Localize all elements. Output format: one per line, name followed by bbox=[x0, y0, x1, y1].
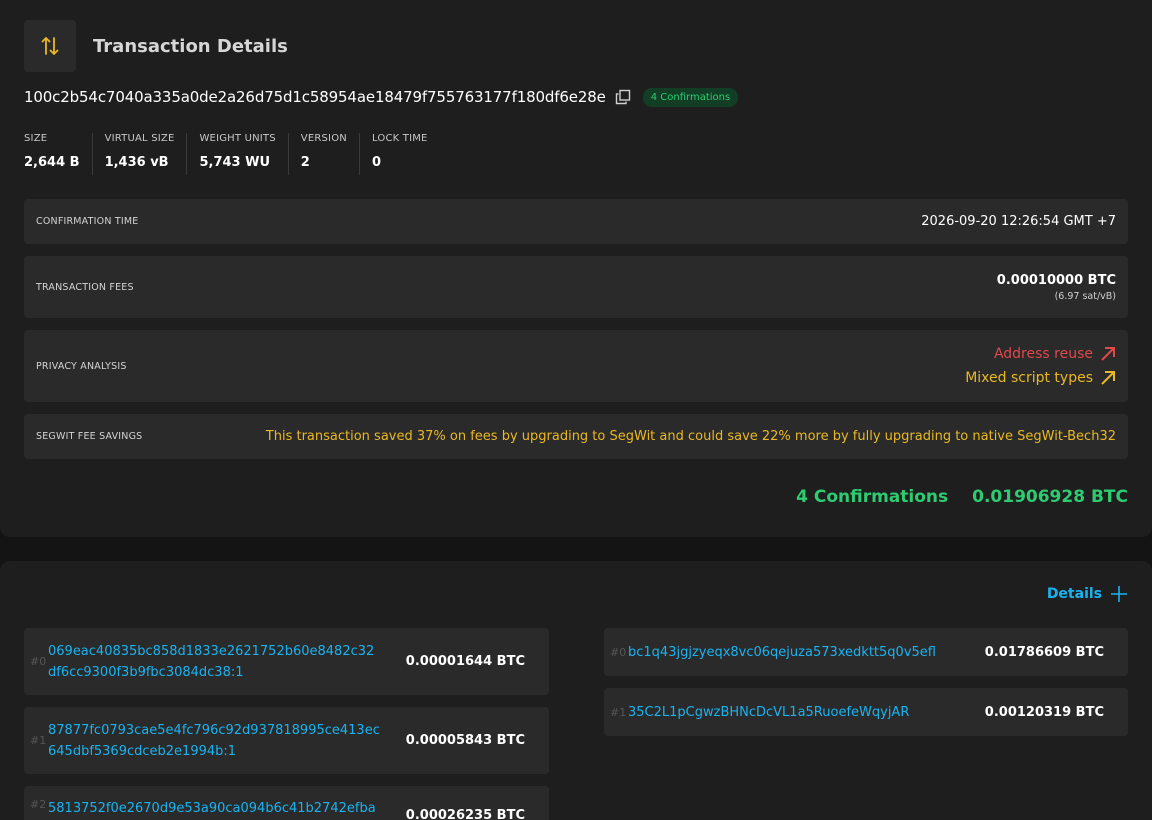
privacy-item-label: Mixed script types bbox=[965, 370, 1093, 386]
input-item: #0 069eac40835bc858d1833e2621752b60e8482… bbox=[24, 628, 549, 695]
fee-rate: (6.97 sat/vB) bbox=[1054, 290, 1116, 302]
copy-icon[interactable] bbox=[615, 88, 633, 106]
input-amount: 0.00005843 BTC bbox=[405, 733, 525, 748]
privacy-analysis-row: PRIVACY ANALYSIS Address reuse Mixed scr… bbox=[24, 330, 1128, 402]
transaction-id: 100c2b54c7040a335a0de2a26d75d1c58954ae18… bbox=[24, 88, 606, 106]
output-index: #0 bbox=[610, 645, 627, 659]
output-index: #1 bbox=[610, 705, 627, 719]
txid-row: 100c2b54c7040a335a0de2a26d75d1c58954ae18… bbox=[24, 87, 739, 107]
fees-value-group: 0.00010000 BTC (6.97 sat/vB) bbox=[997, 273, 1116, 302]
input-txid-link[interactable]: 069eac40835bc858d1833e2621752b60e8482c32… bbox=[48, 641, 374, 683]
input-txid-link[interactable]: 87877fc0793cae5e4fc796c92d937818995ce413… bbox=[48, 720, 380, 762]
confirmation-time-row: CONFIRMATION TIME 2026-09-20 12:26:54 GM… bbox=[24, 199, 1128, 244]
input-txid-line: df6cc9300f3b9fbc3084dc38:1 bbox=[48, 664, 244, 680]
details-label: Details bbox=[1046, 586, 1102, 602]
page-title: Transaction Details bbox=[93, 35, 288, 57]
stat-value: 2,644 B bbox=[24, 155, 80, 170]
transaction-stats: SIZE 2,644 B VIRTUAL SIZE 1,436 vB WEIGH… bbox=[24, 133, 452, 175]
output-amount: 0.01786609 BTC bbox=[984, 644, 1104, 660]
row-label: CONFIRMATION TIME bbox=[36, 216, 139, 227]
input-txid-line: 5813752f0e2670d9e53a90ca094b6c41b2742efb… bbox=[48, 801, 376, 816]
output-address-link[interactable]: bc1q43jgjzyeqx8vc06qejuza573xedktt5q0v5e… bbox=[628, 642, 936, 663]
stat-value: 1,436 vB bbox=[104, 155, 169, 170]
privacy-items: Address reuse Mixed script types bbox=[965, 342, 1116, 390]
stat-label: WEIGHT UNITS bbox=[199, 133, 276, 144]
confirmation-time-value: 2026-09-20 12:26:54 GMT +7 bbox=[921, 214, 1116, 229]
stat-value: 0 bbox=[371, 155, 381, 170]
input-amount: 0.00026235 BTC bbox=[405, 808, 525, 820]
privacy-item-address-reuse[interactable]: Address reuse bbox=[965, 342, 1116, 366]
swap-vertical-icon bbox=[24, 20, 76, 72]
stat-label: VERSION bbox=[300, 133, 347, 144]
fee-amount: 0.00010000 BTC bbox=[996, 272, 1116, 288]
summary-amount: 0.01906928 BTC bbox=[972, 487, 1128, 507]
stat-value: 2 bbox=[300, 155, 310, 170]
stat-value: 5,743 WU bbox=[199, 155, 271, 170]
input-txid-line: 87877fc0793cae5e4fc796c92d937818995ce413… bbox=[48, 722, 380, 738]
output-amount: 0.00120319 BTC bbox=[984, 704, 1104, 720]
stat-label: SIZE bbox=[24, 133, 48, 144]
transaction-details-panel: Transaction Details 100c2b54c7040a335a0d… bbox=[0, 0, 1152, 537]
summary-confirmations: 4 Confirmations bbox=[796, 487, 949, 507]
stat-label: LOCK TIME bbox=[371, 133, 428, 144]
input-index: #2 bbox=[30, 798, 47, 811]
input-item: #1 87877fc0793cae5e4fc796c92d937818995ce… bbox=[24, 707, 549, 774]
output-address-link[interactable]: 35C2L1pCgwzBHNcDcVL1a5RuoefeWqyjAR bbox=[628, 702, 909, 723]
stat-weight-units: WEIGHT UNITS 5,743 WU bbox=[199, 133, 289, 175]
page-header: Transaction Details bbox=[24, 20, 288, 72]
privacy-item-mixed-script-types[interactable]: Mixed script types bbox=[965, 366, 1116, 390]
stat-lock-time: LOCK TIME 0 bbox=[372, 133, 440, 175]
input-item: #2 5813752f0e2670d9e53a90ca094b6c41b2742… bbox=[24, 786, 549, 820]
input-txid-line: 645dbf5369cdceb2e1994b:1 bbox=[48, 743, 237, 759]
privacy-item-label: Address reuse bbox=[993, 346, 1093, 362]
plus-icon bbox=[1111, 586, 1127, 602]
transaction-summary: 4 Confirmations 0.01906928 BTC bbox=[796, 487, 1128, 507]
arrow-up-right-icon bbox=[1101, 371, 1115, 385]
row-label: PRIVACY ANALYSIS bbox=[36, 360, 127, 372]
input-txid-line: 069eac40835bc858d1833e2621752b60e8482c32 bbox=[48, 643, 375, 659]
confirmations-badge: 4 Confirmations bbox=[642, 87, 739, 107]
output-item: #1 35C2L1pCgwzBHNcDcVL1a5RuoefeWqyjAR 0.… bbox=[604, 688, 1128, 736]
input-index: #0 bbox=[30, 655, 47, 668]
output-item: #0 bc1q43jgjzyeqx8vc06qejuza573xedktt5q0… bbox=[604, 628, 1128, 676]
stat-version: VERSION 2 bbox=[301, 133, 360, 175]
row-label: SEGWIT FEE SAVINGS bbox=[36, 431, 143, 442]
input-txid-link[interactable]: 5813752f0e2670d9e53a90ca094b6c41b2742efb… bbox=[48, 798, 376, 819]
stat-virtual-size: VIRTUAL SIZE 1,436 vB bbox=[105, 133, 188, 175]
arrow-up-right-icon bbox=[1101, 347, 1115, 361]
stat-size: SIZE 2,644 B bbox=[24, 133, 93, 175]
row-label: TRANSACTION FEES bbox=[36, 281, 134, 293]
input-amount: 0.00001644 BTC bbox=[405, 654, 525, 669]
transaction-fees-row: TRANSACTION FEES 0.00010000 BTC (6.97 sa… bbox=[24, 256, 1128, 318]
segwit-savings-text: This transaction saved 37% on fees by up… bbox=[265, 429, 1116, 444]
details-toggle-button[interactable]: Details bbox=[1047, 585, 1128, 603]
segwit-fee-savings-row: SEGWIT FEE SAVINGS This transaction save… bbox=[24, 414, 1128, 459]
stat-label: VIRTUAL SIZE bbox=[104, 133, 175, 144]
input-index: #1 bbox=[30, 734, 47, 747]
